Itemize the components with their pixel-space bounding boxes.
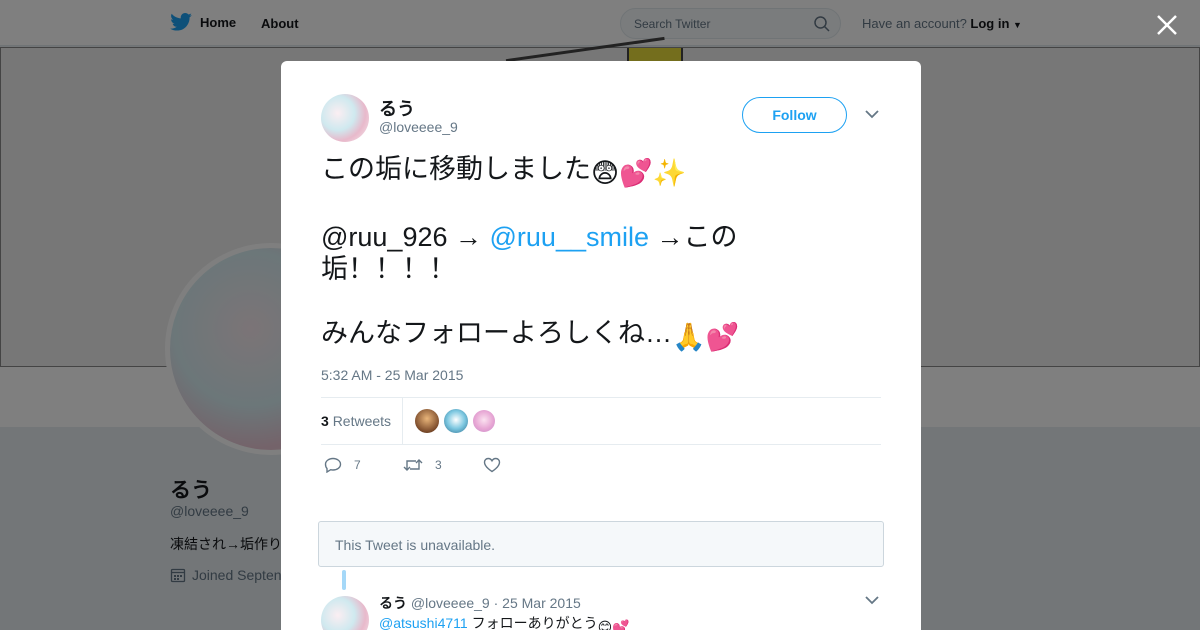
retweet-icon <box>403 459 423 471</box>
retweeter-avatar[interactable] <box>415 409 439 433</box>
reply-button[interactable]: 7 <box>324 457 361 473</box>
sparkles-icon: ✨ <box>652 158 687 188</box>
tweet-line-3: 垢！！！！ <box>321 254 456 284</box>
anxious-face-icon: 😨 <box>591 158 620 188</box>
chevron-down-icon[interactable] <box>865 109 879 119</box>
reply-text: @atsushi4711 フォローありがとう😊💕 <box>379 613 630 630</box>
chevron-down-icon[interactable] <box>865 595 879 605</box>
author-name[interactable]: るう <box>379 95 415 121</box>
retweeter-avatar[interactable] <box>473 410 495 432</box>
retweet-action-count: 3 <box>435 458 442 472</box>
retweeter-avatar[interactable] <box>444 409 468 433</box>
mention-ruu-smile[interactable]: @ruu__smile <box>490 222 649 252</box>
avatar[interactable] <box>321 596 369 630</box>
reply-icon <box>324 457 342 473</box>
two-hearts-icon: 💕 <box>619 158 653 188</box>
reply-date[interactable]: 25 Mar 2015 <box>502 595 581 611</box>
reply-header: るう @loveeee_9 · 25 Mar 2015 <box>379 595 581 611</box>
tweet-line-1: この垢に移動しました <box>321 154 591 184</box>
mention-atsushi4711[interactable]: @atsushi4711 <box>379 615 468 630</box>
author-handle[interactable]: @loveeee_9 <box>379 119 458 135</box>
mention-ruu926[interactable]: @ruu_926 <box>321 222 448 252</box>
tweet-line-4: みんなフォローよろしくね… <box>321 318 672 348</box>
tweet-stats: 3 Retweets <box>321 397 881 445</box>
follow-button[interactable]: Follow <box>742 97 847 133</box>
reply-count: 7 <box>354 458 361 472</box>
heart-icon <box>483 457 501 473</box>
tweet-text: この垢に移動しました😨💕✨ @ruu_926 → @ruu__smile →この… <box>321 154 740 352</box>
two-hearts-icon: 💕 <box>612 619 630 630</box>
avatar[interactable] <box>321 94 369 142</box>
tweet-modal: るう @loveeee_9 Follow この垢に移動しました😨💕✨ @ruu_… <box>281 61 921 630</box>
tweet-timestamp[interactable]: 5:32 AM - 25 Mar 2015 <box>321 367 463 383</box>
retweet-button[interactable]: 3 <box>403 457 442 473</box>
like-button[interactable] <box>483 457 501 473</box>
folded-hands-icon: 🙏 <box>672 322 706 352</box>
tweet-actions: 7 3 <box>321 457 621 477</box>
smiling-face-icon: 😊 <box>597 619 613 630</box>
retweet-count[interactable]: 3 Retweets <box>321 413 391 429</box>
reply-author-handle[interactable]: @loveeee_9 <box>411 595 490 611</box>
close-icon[interactable] <box>1155 13 1179 37</box>
reply-author-name[interactable]: るう <box>379 595 407 611</box>
thread-connector <box>342 570 346 590</box>
two-hearts-icon: 💕 <box>705 322 740 352</box>
unavailable-tweet-notice: This Tweet is unavailable. <box>318 521 884 567</box>
